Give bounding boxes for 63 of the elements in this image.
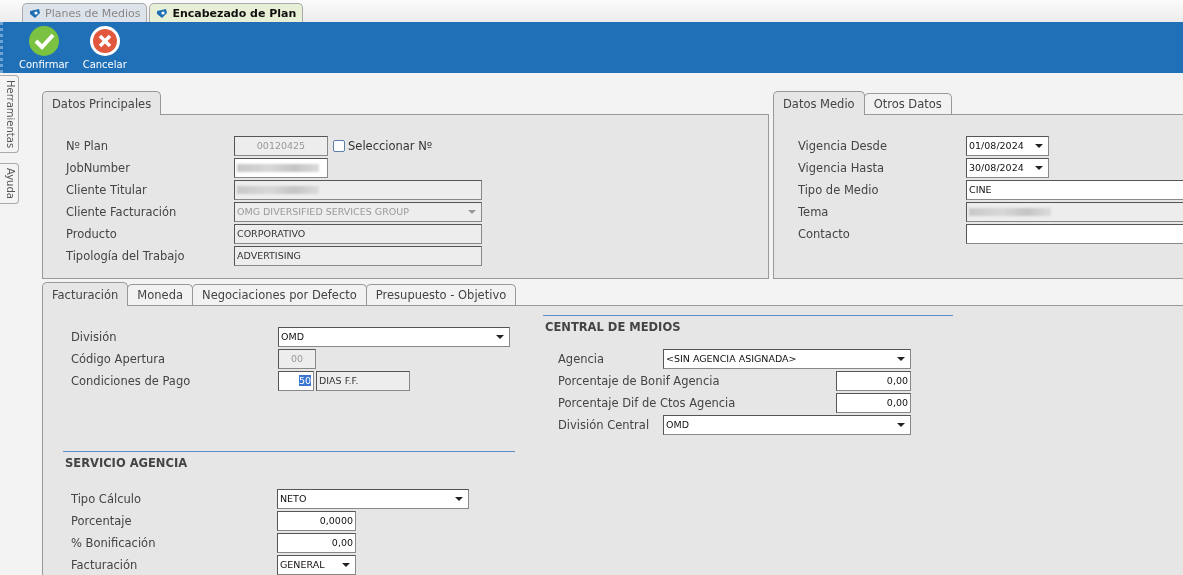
panel-tab[interactable]: Negociaciones por Defecto (192, 284, 367, 305)
caret-icon (1035, 165, 1043, 170)
panel-tab[interactable]: Datos Principales (42, 91, 162, 115)
input-field[interactable]: 0,0000 (277, 510, 356, 531)
input-field[interactable]: 0,00 (277, 532, 356, 553)
input-field[interactable]: CINE (966, 179, 1183, 200)
field-label: División (71, 329, 118, 344)
cancel-button[interactable]: Cancelar (80, 23, 129, 72)
caret-icon (897, 356, 905, 361)
panel-tab[interactable]: Presupuesto - Objetivo (365, 284, 517, 305)
payment-days-field[interactable]: 50 (278, 370, 314, 391)
window-tab[interactable]: Encabezado de Plan (149, 3, 304, 22)
field-label: Tema (798, 204, 830, 219)
field-label: % Bonificación (71, 535, 157, 550)
section-heading: SERVICIO AGENCIA (63, 451, 515, 474)
shield-icon (29, 7, 41, 19)
confirm-button[interactable]: Confirmar (17, 23, 71, 72)
field-label: Código Apertura (71, 351, 167, 366)
payment-terms-field: DIAS F.F. (316, 370, 410, 391)
field-label: Facturación (71, 557, 139, 572)
field-label: Porcentaje (71, 513, 133, 528)
side-tab[interactable]: Herramientas (0, 75, 19, 154)
field-label: JobNumber (66, 160, 131, 175)
field-label: Cliente Facturación (66, 204, 178, 219)
dropdown[interactable]: GENERAL (277, 554, 356, 575)
caret-icon (496, 334, 504, 339)
caret-icon (1035, 143, 1043, 148)
dropdown[interactable]: <SIN AGENCIA ASIGNADA> (663, 348, 911, 369)
field-label: Porcentaje Dif de Ctos Agencia (558, 395, 736, 410)
shield-icon (156, 7, 169, 19)
close-icon (88, 25, 121, 57)
caret-icon (455, 496, 463, 501)
input-field[interactable]: 0,00 (836, 392, 911, 413)
dropdown[interactable]: NETO (277, 488, 469, 509)
date-picker[interactable]: 30/08/2024 (966, 157, 1049, 178)
field-label: División Central (558, 417, 650, 432)
checkmark-icon (27, 25, 60, 57)
field-label: Producto (66, 226, 118, 241)
field-label: Agencia (558, 351, 605, 366)
field-label: Tipología del Trabajo (66, 248, 186, 263)
field-label: Tipo de Medio (798, 182, 880, 197)
field-label: Contacto (798, 226, 851, 241)
field-label: Vigencia Hasta (798, 160, 885, 175)
caret-icon (342, 562, 350, 567)
panel-tab[interactable]: Otros Datos (863, 93, 952, 114)
field-label: Vigencia Desde (798, 138, 888, 153)
dropdown[interactable]: OMD (278, 326, 510, 347)
panel-tab[interactable]: Datos Medio (773, 91, 865, 115)
field-label: Cliente Titular (66, 182, 148, 197)
field-label: Tipo Cálculo (71, 491, 142, 506)
caret-icon (897, 422, 905, 427)
field-label: Nº Plan (66, 138, 110, 153)
dropdown[interactable]: OMD (663, 414, 911, 435)
side-tab[interactable]: Ayuda (0, 163, 19, 205)
field-label: Condiciones de Pago (71, 373, 192, 388)
blurred-field[interactable] (234, 157, 328, 178)
date-picker[interactable]: 01/08/2024 (966, 135, 1049, 156)
panel-tab[interactable]: Facturación (42, 282, 129, 306)
caret-icon (468, 209, 476, 214)
input-field[interactable]: 0,00 (836, 370, 911, 391)
field-label: Porcentaje de Bonif Agencia (558, 373, 720, 388)
input-field[interactable] (966, 223, 1183, 244)
section-heading: CENTRAL DE MEDIOS (543, 315, 953, 338)
